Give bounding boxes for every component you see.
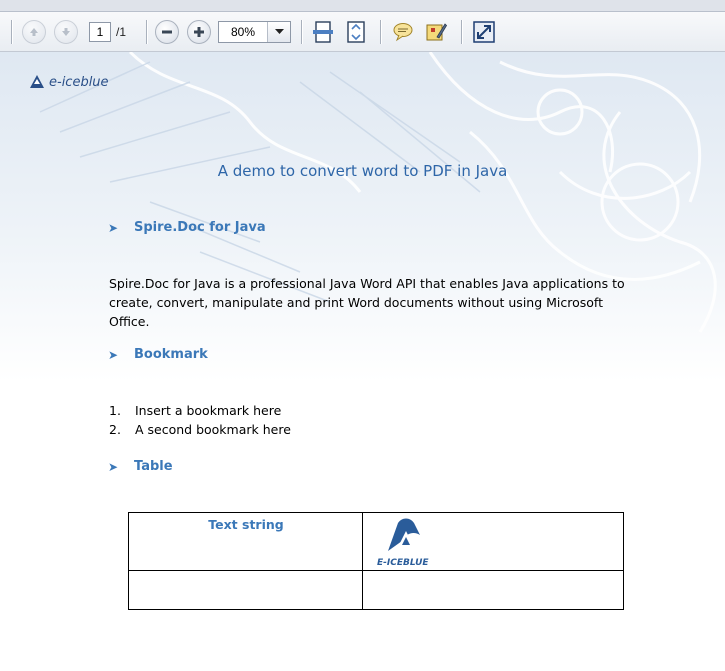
iceblue-logo-icon (30, 75, 44, 88)
arrow-down-icon (54, 20, 78, 44)
list-text: Insert a bookmark here (135, 403, 282, 418)
arrow-bullet-icon: ➤ (108, 220, 119, 235)
page-number-input[interactable]: 1 (89, 22, 111, 42)
zoom-in-icon (187, 20, 211, 44)
frost-background-image (0, 52, 725, 382)
heading-text: Spire.Doc for Java (134, 220, 266, 235)
fullscreen-button[interactable] (471, 19, 497, 45)
list-text: A second bookmark here (135, 422, 291, 437)
section-heading-spire-doc: ➤ Spire.Doc for Java (108, 220, 266, 235)
edit-note-icon (426, 23, 447, 41)
iceblue-logo-icon (388, 518, 420, 551)
fit-page-button[interactable] (310, 19, 336, 45)
zoom-out-button[interactable] (154, 19, 180, 45)
zoom-out-icon (155, 20, 179, 44)
heading-text: Table (134, 459, 173, 474)
arrow-bullet-icon: ➤ (108, 347, 119, 362)
logo-text: e-iceblue (49, 74, 109, 90)
pdf-page: e-iceblue A demo to convert word to PDF … (0, 52, 725, 671)
list-number: 1. (109, 403, 121, 418)
table-cell-text: Text string (208, 517, 284, 532)
toolbar-separator (301, 20, 302, 44)
document-title: A demo to convert word to PDF in Java (217, 162, 508, 180)
section-heading-bookmark: ➤ Bookmark (108, 347, 208, 362)
zoom-value: 80% (219, 22, 268, 42)
list-item: 2. A second bookmark here (109, 422, 291, 437)
window-top-strip (0, 0, 725, 12)
page-count: /1 (116, 25, 127, 39)
toolbar-separator (461, 20, 462, 44)
annotate-button[interactable] (423, 19, 449, 45)
table-logo-text: E-ICEBLUE (377, 558, 429, 568)
table-divider (129, 570, 623, 571)
heading-text: Bookmark (134, 347, 208, 362)
toolbar-separator (380, 20, 381, 44)
zoom-select[interactable]: 80% (218, 21, 291, 43)
body-paragraph: Spire.Doc for Java is a professional Jav… (109, 276, 625, 329)
chevron-down-icon[interactable] (268, 22, 290, 42)
pdf-toolbar: 1 /1 80% (0, 12, 725, 52)
toolbar-separator (146, 20, 147, 44)
toolbar-separator (11, 20, 12, 44)
expand-icon (473, 21, 495, 43)
list-number: 2. (109, 422, 121, 437)
previous-page-button[interactable] (21, 19, 47, 45)
comment-button[interactable] (390, 19, 416, 45)
section-heading-table: ➤ Table (108, 459, 173, 474)
fit-width-icon (347, 21, 365, 43)
document-table: Text string E-ICEBLUE (128, 512, 624, 610)
company-logo: e-iceblue (28, 74, 109, 90)
fit-page-icon (313, 21, 333, 43)
fit-width-button[interactable] (343, 19, 369, 45)
next-page-button[interactable] (53, 19, 79, 45)
arrow-bullet-icon: ➤ (108, 459, 119, 474)
arrow-up-icon (22, 20, 46, 44)
zoom-in-button[interactable] (186, 19, 212, 45)
comment-icon (393, 23, 413, 42)
list-item: 1. Insert a bookmark here (109, 403, 281, 418)
